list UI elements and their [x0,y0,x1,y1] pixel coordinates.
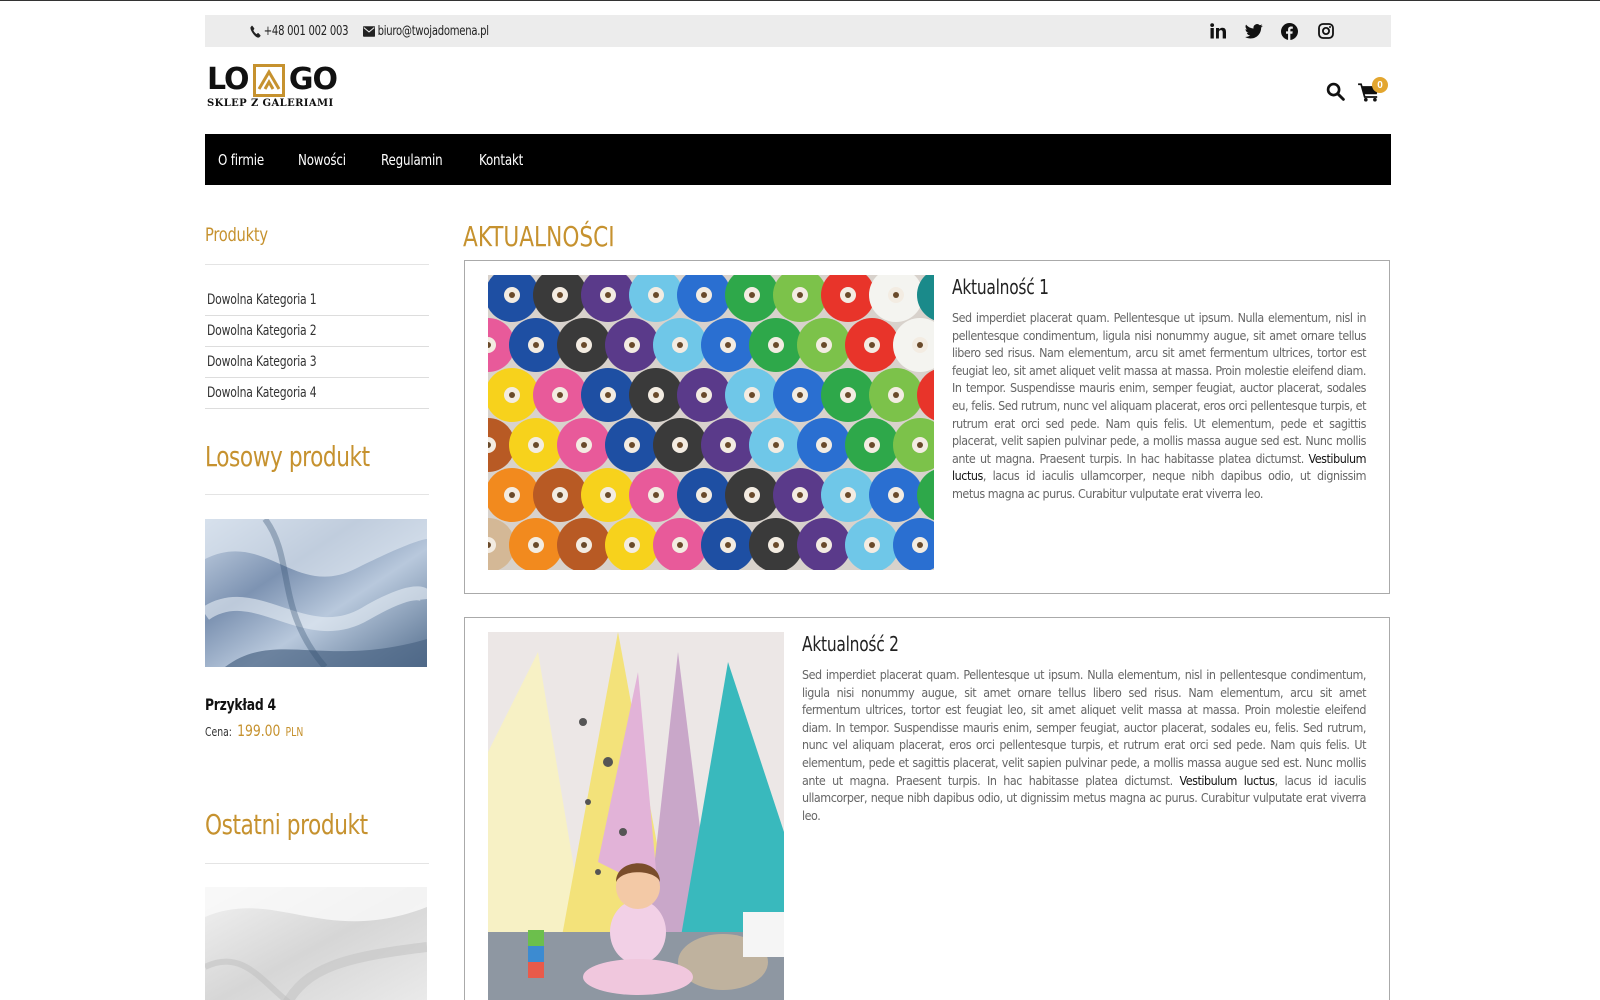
category-item-label: Dowolna Kategoria 2 [207,323,317,339]
linkedin-icon[interactable] [1208,22,1227,41]
price-value: 199.00 [237,721,281,740]
news-title[interactable]: Aktualność 1 [952,275,1308,299]
facebook-icon[interactable] [1280,22,1299,41]
search-icon [1326,82,1345,101]
last-product-image[interactable] [205,887,427,1000]
news-card: Aktualność 1 Sed imperdiet placerat quam… [464,260,1390,594]
price-currency: PLN [285,725,304,739]
logo-subtitle: SKLEP Z GALERIAMI [207,98,334,109]
sidebar-divider [205,264,429,265]
last-product-heading: Ostatni produkt [205,808,368,841]
social-links [1208,15,1335,47]
news-text: Sed imperdiet placerat quam. Pellentesqu… [952,309,1366,503]
news-image-child[interactable] [488,632,784,1000]
news-text-part: , lacus id iaculis ullamcorper, neque ni… [952,468,1366,501]
site-logo[interactable]: LO GO SKLEP Z GALERIAMI [207,62,338,113]
twitter-icon[interactable] [1244,22,1263,41]
contact-phone-text: +48 001 002 003 [263,23,349,39]
news-title[interactable]: Aktualność 2 [802,632,1287,656]
contact-phone[interactable]: +48 001 002 003 [250,23,349,39]
category-item[interactable]: Dowolna Kategoria 4 [205,378,429,409]
main-nav: O firmie Nowości Regulamin Kontakt [205,134,1391,185]
category-item-label: Dowolna Kategoria 1 [207,292,317,308]
contact-email[interactable]: biuro@twojadomena.pl [363,24,489,39]
news-body: Aktualność 2 Sed imperdiet placerat quam… [802,632,1366,824]
nav-item-regulamin[interactable]: Regulamin [381,151,443,169]
top-border-line [0,0,1600,1]
category-list: Dowolna Kategoria 1 Dowolna Kategoria 2 … [205,285,429,409]
contact-bar: +48 001 002 003 biuro@twojadomena.pl [205,15,1391,47]
logo-text-left: LO [207,62,250,97]
news-text-part: Sed imperdiet placerat quam. Pellentesqu… [952,310,1366,466]
logo-text-right: GO [288,62,338,97]
page-title: AKTUALNOŚCI [463,220,615,253]
logo-mark-icon [252,63,285,97]
envelope-icon [363,25,376,37]
nav-item-nowosci[interactable]: Nowości [298,151,346,169]
contact-email-text: biuro@twojadomena.pl [377,23,489,39]
phone-icon [250,25,261,38]
news-text-part: Sed imperdiet placerat quam. Pellentesqu… [802,667,1366,788]
category-item[interactable]: Dowolna Kategoria 3 [205,347,429,378]
random-product-heading: Losowy produkt [205,440,370,473]
category-item-label: Dowolna Kategoria 4 [207,385,317,401]
price-label: Cena: [205,725,232,739]
sidebar-divider [205,863,429,864]
sidebar: Produkty Dowolna Kategoria 1 Dowolna Kat… [205,220,429,1000]
sidebar-divider [205,494,429,495]
products-heading: Produkty [205,224,268,246]
category-item[interactable]: Dowolna Kategoria 1 [205,285,429,316]
category-item[interactable]: Dowolna Kategoria 2 [205,316,429,347]
news-body: Aktualność 1 Sed imperdiet placerat quam… [952,275,1366,503]
news-text: Sed imperdiet placerat quam. Pellentesqu… [802,666,1366,824]
cart-count-badge: 0 [1372,77,1388,93]
random-product-image[interactable] [205,519,427,667]
nav-item-o-firmie[interactable]: O firmie [218,151,264,169]
category-item-label: Dowolna Kategoria 3 [207,354,317,370]
search-button[interactable] [1326,82,1346,102]
news-image-threads[interactable] [488,275,934,570]
random-product-name[interactable]: Przykład 4 [205,695,276,714]
news-link[interactable]: Vestibulum luctus [1179,773,1275,788]
news-card: Aktualność 2 Sed imperdiet placerat quam… [464,617,1390,1000]
nav-item-kontakt[interactable]: Kontakt [479,151,523,169]
random-product-price: Cena: 199.00 PLN [205,721,303,740]
instagram-icon[interactable] [1316,22,1335,41]
logo-wordmark: LO GO [207,62,338,97]
